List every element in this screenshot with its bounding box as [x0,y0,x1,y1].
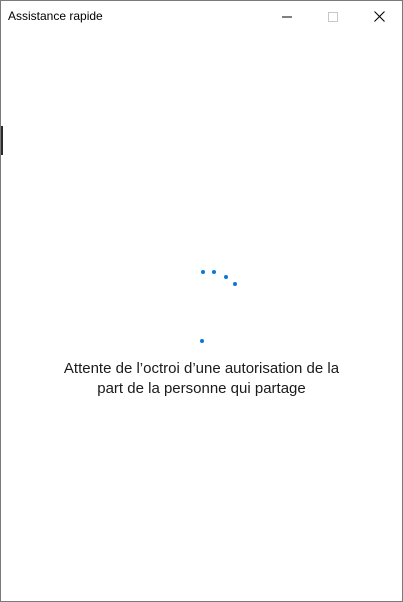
app-window: Assistance rapide Attente de l’octroi d’… [0,0,403,602]
close-icon [373,11,385,22]
title-bar[interactable]: Assistance rapide [1,1,402,32]
minimize-button[interactable] [264,1,310,32]
minimize-icon [282,16,292,17]
spinner-dot [224,275,228,279]
status-message: Attente de l’octroi d’une autorisation d… [31,359,372,399]
maximize-button[interactable] [310,1,356,32]
close-button[interactable] [356,1,402,32]
spinner-dot [212,270,216,274]
spinner-dot [201,270,205,274]
main-content: Attente de l’octroi d’une autorisation d… [1,32,402,601]
spinner-dot [200,339,204,343]
status-line: Attente de l’octroi d’une autorisation d… [63,360,340,377]
window-title: Assistance rapide [8,9,103,23]
status-line: part de la personne qui partage [97,380,306,397]
loading-dots-icon [1,32,402,601]
maximize-icon [328,11,338,22]
spinner-dot [233,282,237,286]
